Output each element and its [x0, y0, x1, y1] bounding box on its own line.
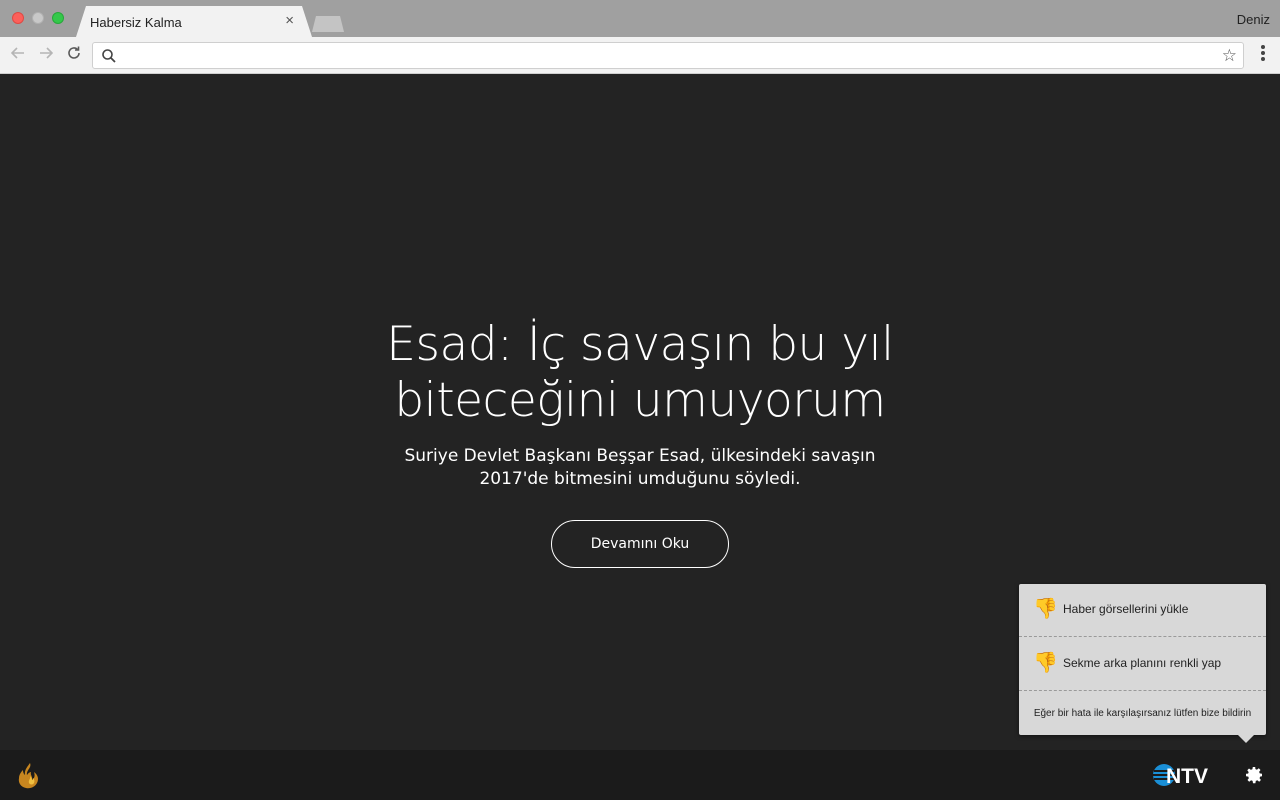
tab-close-icon[interactable]: ×: [285, 13, 294, 28]
settings-popover: 👎 Haber görsellerini yükle 👎 Sekme arka …: [1019, 584, 1266, 743]
close-window-button[interactable]: [12, 12, 24, 24]
maximize-window-button[interactable]: [52, 12, 64, 24]
bookmark-star-icon[interactable]: ☆: [1222, 46, 1237, 66]
news-summary: Suriye Devlet Başkanı Beşşar Esad, ülkes…: [404, 446, 876, 489]
browser-menu-icon[interactable]: [1256, 45, 1270, 65]
thumbs-down-icon: 👎: [1033, 598, 1058, 620]
colorful-background-label: Sekme arka planını renkli yap: [1063, 656, 1222, 670]
page-footer: NTV: [0, 750, 1280, 800]
read-more-button[interactable]: Devamını Oku: [551, 520, 729, 568]
forward-arrow-icon[interactable]: [36, 45, 56, 65]
load-news-images-toggle[interactable]: 👎 Haber görsellerini yükle: [1019, 584, 1266, 637]
fire-icon[interactable]: [14, 762, 46, 790]
search-icon: [102, 49, 116, 63]
browser-titlebar: Habersiz Kalma × Deniz: [0, 0, 1280, 37]
minimize-window-button[interactable]: [32, 12, 44, 24]
back-arrow-icon[interactable]: [8, 45, 28, 65]
ntv-logo[interactable]: NTV: [1152, 762, 1218, 788]
browser-toolbar: ☆: [0, 37, 1280, 74]
reload-icon[interactable]: [64, 45, 84, 65]
colorful-background-toggle[interactable]: 👎 Sekme arka planını renkli yap: [1019, 638, 1266, 691]
load-news-images-label: Haber görsellerini yükle: [1063, 602, 1189, 616]
profile-name[interactable]: Deniz: [1237, 12, 1270, 27]
address-input[interactable]: [123, 46, 1213, 65]
address-bar[interactable]: ☆: [92, 42, 1244, 69]
report-error-link[interactable]: Eğer bir hata ile karşılaşırsanız lütfen…: [1019, 692, 1266, 735]
gear-icon[interactable]: [1244, 765, 1264, 785]
new-tab-button[interactable]: [312, 16, 344, 32]
thumbs-down-icon: 👎: [1033, 652, 1058, 674]
news-headline: Esad: İç savaşın bu yıl biteceğini umuyo…: [386, 317, 894, 428]
browser-tab[interactable]: Habersiz Kalma ×: [76, 6, 312, 37]
svg-text:NTV: NTV: [1166, 765, 1208, 788]
tab-title: Habersiz Kalma: [90, 15, 182, 30]
